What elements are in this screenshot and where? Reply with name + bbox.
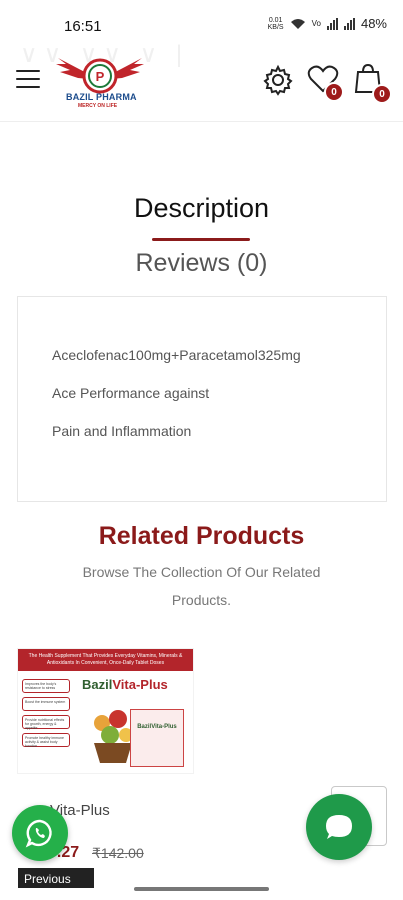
whatsapp-icon xyxy=(25,819,52,848)
menu-icon[interactable] xyxy=(16,70,40,88)
tab-description[interactable]: Description xyxy=(0,193,403,224)
network-speed: 0.01 KB/S xyxy=(267,16,284,31)
description-line: Aceclofenac100mg+Paracetamol325mg xyxy=(52,347,301,363)
description-line: Pain and Inflammation xyxy=(52,423,192,439)
app-header: ∨∨ ∨∨ ∨ | P BAZIL PHARMA MERCY ON LIFE 0… xyxy=(0,40,403,122)
signal-icon xyxy=(326,17,338,30)
chat-button[interactable] xyxy=(306,794,372,860)
chat-bubble-icon xyxy=(326,815,352,839)
wifi-icon xyxy=(290,18,305,29)
related-products-title: Related Products xyxy=(98,522,305,550)
product-image-bullet: Improves the body's resistance to stress xyxy=(22,679,70,693)
volte-icon: Vo xyxy=(311,19,321,28)
product-image[interactable]: The Health Supplement That Provides Ever… xyxy=(17,648,194,774)
product-image-brand: BazilVita-Plus xyxy=(82,677,168,692)
whatsapp-button[interactable] xyxy=(12,805,68,861)
status-time: 16:51 xyxy=(64,18,102,35)
description-panel: Aceclofenac100mg+Paracetamol325mg Ace Pe… xyxy=(17,296,387,502)
home-indicator[interactable] xyxy=(134,887,269,891)
cart-count-badge: 0 xyxy=(372,84,392,104)
product-image-bullets: Improves the body's resistance to stress… xyxy=(22,679,70,751)
logo-name: BAZIL PHARMA xyxy=(66,92,137,102)
product-image-banner: The Health Supplement That Provides Ever… xyxy=(18,649,193,671)
active-tab-underline xyxy=(152,238,250,241)
product-box: BazilVita-Plus xyxy=(130,709,184,767)
product-image-bullet: Promote healthy immune activity & assist… xyxy=(22,733,70,748)
product-original-price: ₹142.00 xyxy=(92,845,144,861)
wishlist-button[interactable]: 0 xyxy=(306,62,344,102)
tab-reviews[interactable]: Reviews (0) xyxy=(0,249,403,278)
product-image-bullet: Provide nutritional effects for growth, … xyxy=(22,715,70,730)
previous-button[interactable]: Previous xyxy=(18,868,94,888)
description-line: Ace Performance against xyxy=(52,385,210,401)
settings-gear-icon[interactable] xyxy=(260,62,296,98)
cart-button[interactable]: 0 xyxy=(352,62,392,104)
wishlist-count-badge: 0 xyxy=(324,82,344,102)
status-indicators: 0.01 KB/S Vo 48% xyxy=(268,16,387,31)
svg-text:P: P xyxy=(96,69,105,84)
logo-tagline: MERCY ON LIFE xyxy=(78,103,118,109)
related-products-subtitle: Browse The Collection Of Our Related Pro… xyxy=(82,564,321,608)
battery-level: 48% xyxy=(360,16,387,31)
product-image-bullet: Boost the immune system xyxy=(22,697,70,711)
signal-icon-2 xyxy=(343,17,355,30)
